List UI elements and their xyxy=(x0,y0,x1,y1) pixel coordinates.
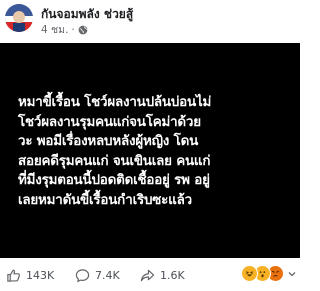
meta-separator: · xyxy=(71,24,75,36)
share-button[interactable]: 1.6K xyxy=(140,266,185,284)
haha-emoji-icon xyxy=(241,265,258,282)
like-count: 143K xyxy=(26,268,55,282)
reaction-bar: 143K 7.4K 1.6K xyxy=(0,258,300,291)
author-name[interactable]: กันจอมพลัง ช่วยสู้ xyxy=(41,7,133,21)
thumbs-up-icon xyxy=(7,269,21,282)
author-avatar[interactable] xyxy=(5,4,33,32)
facebook-post: กันจอมพลัง ช่วยสู้ 4 ชม. · หมาขี้เรื้อน … xyxy=(0,0,300,291)
post-time[interactable]: 4 ชม. xyxy=(41,23,68,37)
profile-avatar-icon xyxy=(5,4,33,32)
comment-count: 7.4K xyxy=(95,268,120,282)
post-meta: 4 ชม. · xyxy=(41,23,88,37)
post-image-text: หมาขี้เรื้อน โชว์ผลงานปล้นบ่อนไม่ โชว์ผล… xyxy=(18,95,212,208)
like-button[interactable]: 143K xyxy=(6,266,54,284)
post-image-card[interactable]: หมาขี้เรื้อน โชว์ผลงานปล้นบ่อนไม่ โชว์ผล… xyxy=(0,43,300,258)
globe-icon[interactable] xyxy=(78,25,88,35)
reaction-emojis[interactable] xyxy=(241,265,296,282)
share-arrow-icon xyxy=(140,269,155,281)
comment-bubble-icon xyxy=(75,268,90,282)
comment-button[interactable]: 7.4K xyxy=(75,266,120,284)
share-count: 1.6K xyxy=(160,268,185,282)
chevron-down-icon xyxy=(288,271,296,276)
post-header: กันจอมพลัง ช่วยสู้ 4 ชม. · xyxy=(0,0,300,40)
